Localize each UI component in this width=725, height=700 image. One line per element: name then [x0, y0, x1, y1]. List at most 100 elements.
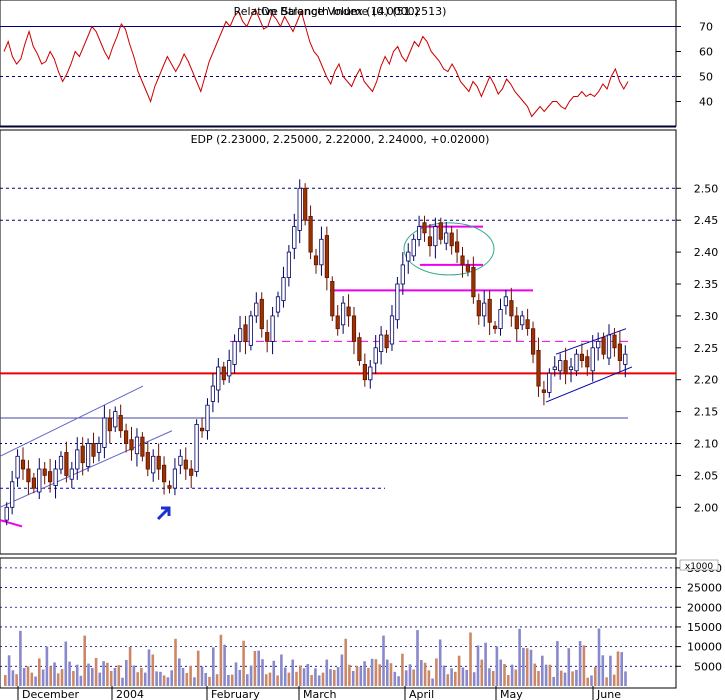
volume-bar [472, 672, 476, 686]
volume-bar [363, 661, 366, 686]
candle-body [400, 264, 405, 285]
volume-bar [223, 644, 226, 686]
volume-bar [299, 665, 302, 686]
candle-body [286, 251, 292, 279]
candle-body [395, 283, 400, 321]
candle-body [199, 427, 205, 432]
candle-body [205, 404, 210, 432]
volume-unit: x1000 [685, 562, 714, 572]
volume-bar [374, 659, 378, 686]
price-tick-label: 2.10 [694, 438, 719, 451]
rsi-tick-label: 70 [699, 21, 713, 34]
candle-body [324, 235, 330, 278]
volume-bar [336, 667, 340, 686]
volume-bar [178, 658, 181, 686]
candle-body [124, 430, 129, 444]
volume-bar [287, 672, 291, 686]
volume-bar [442, 665, 446, 686]
candle-body [37, 468, 42, 493]
x-tick-label: March [303, 688, 337, 700]
volume-bar [597, 628, 601, 686]
candle-body [10, 481, 15, 508]
volume-bar [170, 670, 173, 687]
price-tick-label: 2.05 [694, 469, 719, 482]
volume-bar [578, 641, 582, 686]
volume-bar [140, 667, 143, 686]
candle-body [579, 353, 585, 362]
x-axis: December 2004 February March April May June [0, 686, 676, 700]
volume-bar [605, 677, 608, 686]
volume-bar [340, 654, 344, 686]
volume-bar [147, 649, 151, 686]
candle-body [221, 366, 226, 381]
candle-body [487, 298, 492, 323]
volume-bar [22, 667, 26, 686]
volume-bar [200, 666, 204, 686]
volume-bar [121, 677, 124, 686]
volume-bar [333, 669, 336, 686]
volume-bar [393, 671, 397, 686]
volume-bar [155, 671, 158, 686]
candle-body [547, 372, 552, 393]
price-title: EDP (2.23000, 2.25000, 2.22000, 2.24000,… [191, 133, 490, 146]
volume-bar [128, 647, 132, 686]
volume-bar [548, 664, 552, 686]
volume-bar [208, 676, 211, 686]
volume-bar [518, 628, 521, 686]
volume-bar [420, 660, 423, 686]
volume-bar [162, 675, 166, 686]
candle-body [509, 300, 514, 317]
x-tick-label: April [409, 688, 434, 700]
price-tick-label: 2.50 [694, 182, 719, 195]
volume-bar [378, 664, 381, 686]
volume-bar [106, 662, 109, 686]
volume-bar [386, 659, 389, 686]
volume-bar [64, 641, 68, 686]
volume-bar [151, 654, 155, 686]
volume-bar [465, 669, 468, 686]
candle-body [53, 468, 58, 487]
volume-bar [159, 671, 162, 686]
volume-bar [404, 670, 408, 687]
candle-body [531, 328, 536, 355]
price-tick-label: 2.30 [694, 310, 719, 323]
volume-bar [461, 667, 465, 686]
candle-body [449, 232, 454, 247]
candle-body [585, 356, 590, 368]
candle-body [183, 459, 188, 470]
candle-body [427, 236, 433, 247]
candle-body [31, 477, 37, 489]
chart-canvas: 40506070 On Balance Volume (0.0000) Rela… [0, 0, 722, 700]
volume-bar [261, 659, 264, 686]
candle-body [20, 459, 26, 470]
candle-body [58, 455, 64, 470]
candle-body [492, 325, 498, 330]
volume-bar [268, 672, 272, 686]
candle-body [454, 241, 460, 253]
volume-bar [397, 676, 400, 686]
candle-body [178, 455, 183, 466]
volume-tick-label: 5000 [694, 660, 722, 673]
candle-body [525, 319, 530, 330]
volume-bar [94, 658, 98, 686]
price-y-axis: 2.00 2.05 2.10 2.15 2.20 2.25 2.30 2.35 2.40 2.45… [676, 182, 718, 514]
rsi-tick-label: 60 [699, 46, 713, 59]
volume-bar [204, 673, 207, 686]
price-panel [0, 129, 677, 555]
candle-body [227, 360, 232, 377]
x-tick-label: May [500, 688, 523, 700]
volume-bar [45, 646, 49, 686]
candle-body [411, 238, 416, 257]
rsi-tick-label: 50 [699, 71, 713, 84]
volume-bar [351, 671, 355, 686]
volume-bar [317, 675, 321, 686]
volume-bar [125, 660, 128, 686]
candle-body [558, 360, 563, 372]
candle-body [389, 315, 395, 345]
candle-body [216, 366, 221, 391]
candle-body [4, 506, 9, 521]
candle-body [308, 215, 313, 253]
candle-body [91, 443, 96, 457]
candle-body [536, 349, 541, 387]
volume-bar [283, 667, 287, 686]
